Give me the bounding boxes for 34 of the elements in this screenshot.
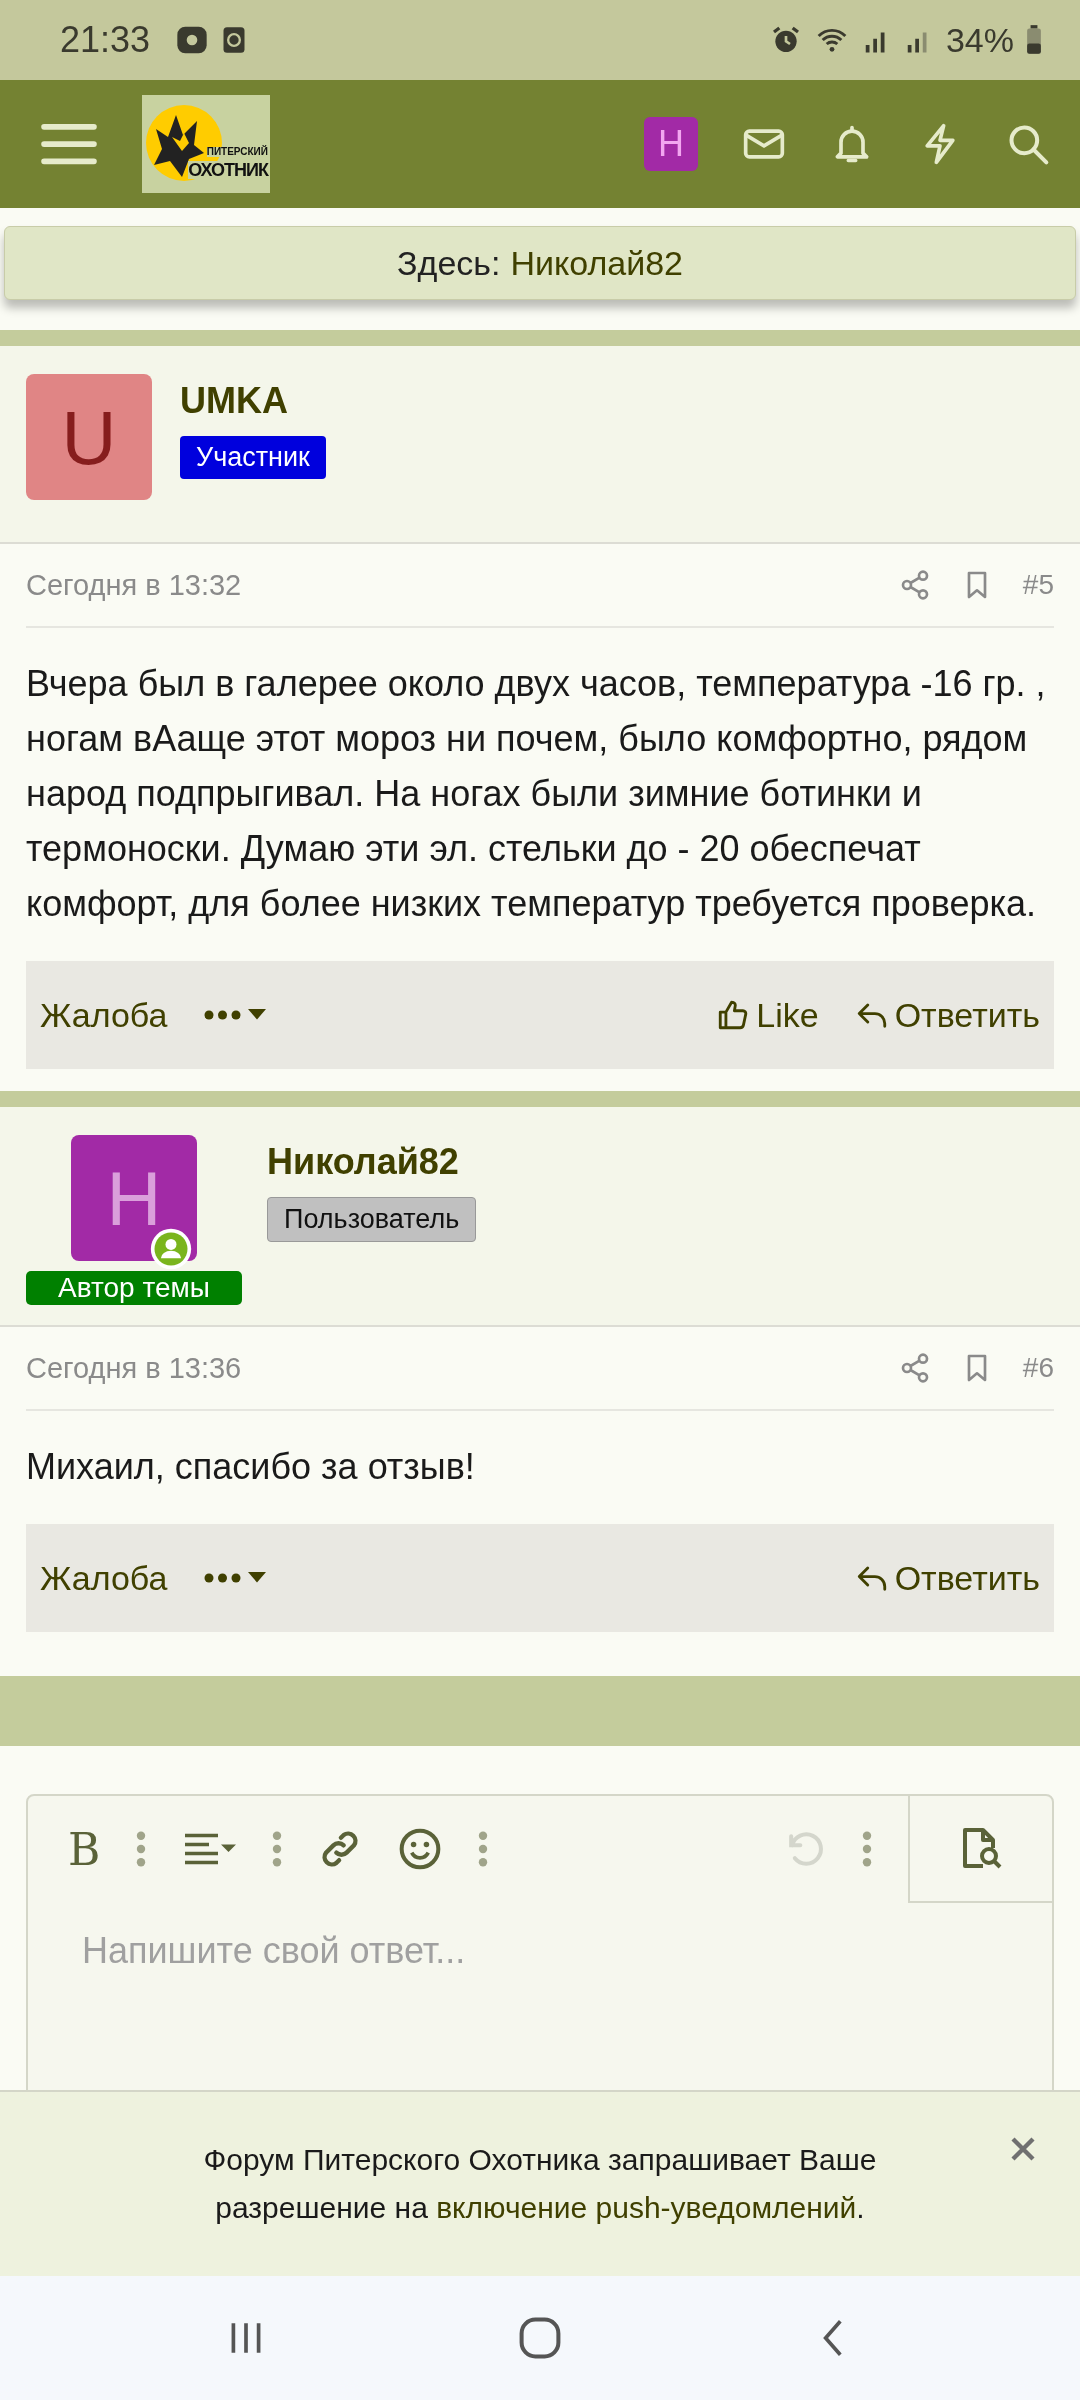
- more-icon[interactable]: [272, 1831, 283, 1867]
- reply-input[interactable]: Напишите свой ответ...: [28, 1902, 1052, 2000]
- more-icon[interactable]: [478, 1831, 489, 1867]
- battery-percent: 34%: [945, 20, 1014, 60]
- bold-button[interactable]: B: [68, 1823, 101, 1875]
- enable-push-link[interactable]: включение push-уведомлений: [436, 2191, 857, 2224]
- location-label: Здесь:: [397, 243, 501, 283]
- status-time: 21:33: [60, 19, 151, 61]
- reply-button[interactable]: Ответить: [854, 1558, 1040, 1598]
- location-link[interactable]: Николай82: [510, 243, 683, 283]
- report-link[interactable]: Жалоба: [40, 1558, 168, 1598]
- author-name[interactable]: Николай82: [267, 1141, 459, 1183]
- more-icon[interactable]: [862, 1831, 872, 1867]
- topic-author-badge: Автор темы: [26, 1271, 242, 1305]
- reply-button[interactable]: Ответить: [854, 995, 1040, 1035]
- battery-icon: [1026, 25, 1042, 55]
- more-icon[interactable]: [136, 1831, 147, 1867]
- preview-button[interactable]: [908, 1795, 1052, 1903]
- emoji-icon[interactable]: [398, 1827, 443, 1871]
- user-role-badge: Пользователь: [267, 1197, 477, 1242]
- app-notification-icon: [176, 24, 209, 56]
- align-icon[interactable]: [182, 1831, 237, 1867]
- report-link[interactable]: Жалоба: [40, 995, 168, 1035]
- menu-icon[interactable]: [40, 121, 98, 167]
- site-logo[interactable]: ПИТЕРСКИЙ ОХОТНИК: [142, 95, 270, 193]
- user-role-badge: Участник: [180, 436, 326, 479]
- like-button[interactable]: Like: [716, 995, 819, 1035]
- author-avatar[interactable]: U: [26, 374, 152, 500]
- notice-text: Форум Питерского Охотника запрашивает Ваше разрешение на включение push-уведомлений.: [202, 2142, 878, 2226]
- search-icon[interactable]: [1006, 122, 1050, 166]
- home-icon[interactable]: [517, 2315, 563, 2361]
- author-name[interactable]: UMKA: [180, 380, 288, 422]
- post-text: Михаил, спасибо за отзыв!: [26, 1445, 476, 1489]
- post-text: Вчера был в галерее около двух часов, температура -16 гр. , ногам вАаще этот мороз ни почем, было комфортно, рядом народ подпрыгивал. На ногах были зимние ботинки и термоноски. Думаю эти эл. стельки до - 20 обеспечат комфорт, для более низких температур требуется проверка.: [26, 662, 1047, 926]
